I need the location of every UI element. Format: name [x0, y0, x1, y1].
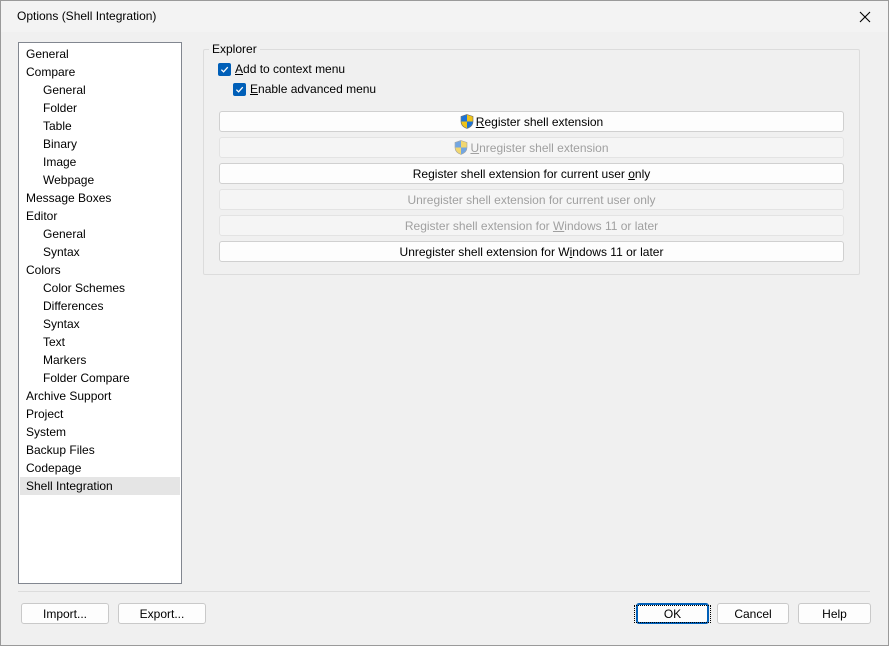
tree-item-colors[interactable]: Colors [20, 261, 180, 279]
tree-item-webpage[interactable]: Webpage [20, 171, 180, 189]
tree-item-general[interactable]: General [20, 81, 180, 99]
unregister-shell-extension-label: Unregister shell extension [470, 140, 609, 155]
unregister-windows11-label: Unregister shell extension for Windows 1… [399, 244, 664, 259]
register-shell-extension-windows11-button[interactable]: Register shell extension for Windows 11 … [219, 215, 844, 236]
tree-item-syntax[interactable]: Syntax [20, 243, 180, 261]
checkmark-icon [220, 66, 229, 73]
enable-advanced-menu-checkbox[interactable]: Enable advanced menu [233, 81, 376, 97]
cancel-label: Cancel [734, 606, 772, 621]
add-to-context-menu-label: Add to context menu [235, 62, 346, 76]
ok-button[interactable]: OK [633, 603, 712, 624]
tree-item-codepage[interactable]: Codepage [20, 459, 180, 477]
tree-item-folder[interactable]: Folder [20, 99, 180, 117]
help-button[interactable]: Help [798, 603, 871, 624]
tree-item-text[interactable]: Text [20, 333, 180, 351]
tree-item-binary[interactable]: Binary [20, 135, 180, 153]
help-label: Help [822, 606, 847, 621]
options-tree[interactable]: General Compare General Folder Table Binary Im… [18, 42, 182, 584]
checkmark-icon [235, 86, 244, 93]
import-button[interactable]: Import... [21, 603, 109, 624]
tree-item-syntax[interactable]: Syntax [20, 315, 180, 333]
tree-item-backup-files[interactable]: Backup Files [20, 441, 180, 459]
close-button[interactable] [842, 1, 888, 32]
options-dialog: Options (Shell Integration) General Compa… [0, 0, 889, 646]
enable-advanced-menu-label: Enable advanced menu [250, 82, 377, 96]
tree-item-project[interactable]: Project [20, 405, 180, 423]
cancel-button[interactable]: Cancel [717, 603, 789, 624]
unregister-shell-extension-button[interactable]: Unregister shell extension [219, 137, 844, 158]
unregister-current-user-label: Unregister shell extension for current u… [407, 192, 656, 207]
export-label: Export... [139, 606, 185, 621]
tree-item-general[interactable]: General [20, 45, 180, 63]
tree-item-compare[interactable]: Compare [20, 63, 180, 81]
import-label: Import... [42, 606, 87, 621]
uac-shield-icon [455, 140, 468, 155]
tree-item-folder-compare[interactable]: Folder Compare [20, 369, 180, 387]
register-windows11-label: Register shell extension for Windows 11 … [404, 218, 659, 233]
uac-shield-icon [460, 114, 474, 129]
explorer-group-label: Explorer [209, 42, 260, 56]
tree-item-editor[interactable]: Editor [20, 207, 180, 225]
register-shell-extension-label: Register shell extension [475, 114, 604, 129]
register-shell-extension-current-user-button[interactable]: Register shell extension for current use… [219, 163, 844, 184]
tree-item-image[interactable]: Image [20, 153, 180, 171]
tree-item-message-boxes[interactable]: Message Boxes [20, 189, 180, 207]
tree-item-archive-support[interactable]: Archive Support [20, 387, 180, 405]
add-to-context-menu-checkbox[interactable]: Add to context menu [218, 61, 345, 77]
checkbox-checked[interactable] [218, 62, 231, 76]
unregister-shell-extension-current-user-button[interactable]: Unregister shell extension for current u… [219, 189, 844, 210]
tree-item-color-schemes[interactable]: Color Schemes [20, 279, 180, 297]
tree-item-shell-integration[interactable]: Shell Integration [20, 477, 180, 495]
checkbox-checked[interactable] [233, 82, 246, 96]
register-shell-extension-button[interactable]: Register shell extension [219, 111, 844, 132]
tree-item-differences[interactable]: Differences [20, 297, 180, 315]
close-icon [859, 11, 871, 22]
export-button[interactable]: Export... [118, 603, 206, 624]
footer-separator [18, 591, 870, 592]
unregister-shell-extension-windows11-button[interactable]: Unregister shell extension for Windows 1… [219, 241, 844, 262]
register-current-user-label: Register shell extension for current use… [412, 166, 651, 181]
tree-item-general[interactable]: General [20, 225, 180, 243]
ok-label: OK [633, 604, 712, 623]
title-bar: Options (Shell Integration) [1, 1, 888, 32]
tree-item-system[interactable]: System [20, 423, 180, 441]
tree-item-markers[interactable]: Markers [20, 351, 180, 369]
window-title: Options (Shell Integration) [17, 9, 157, 23]
tree-item-table[interactable]: Table [20, 117, 180, 135]
